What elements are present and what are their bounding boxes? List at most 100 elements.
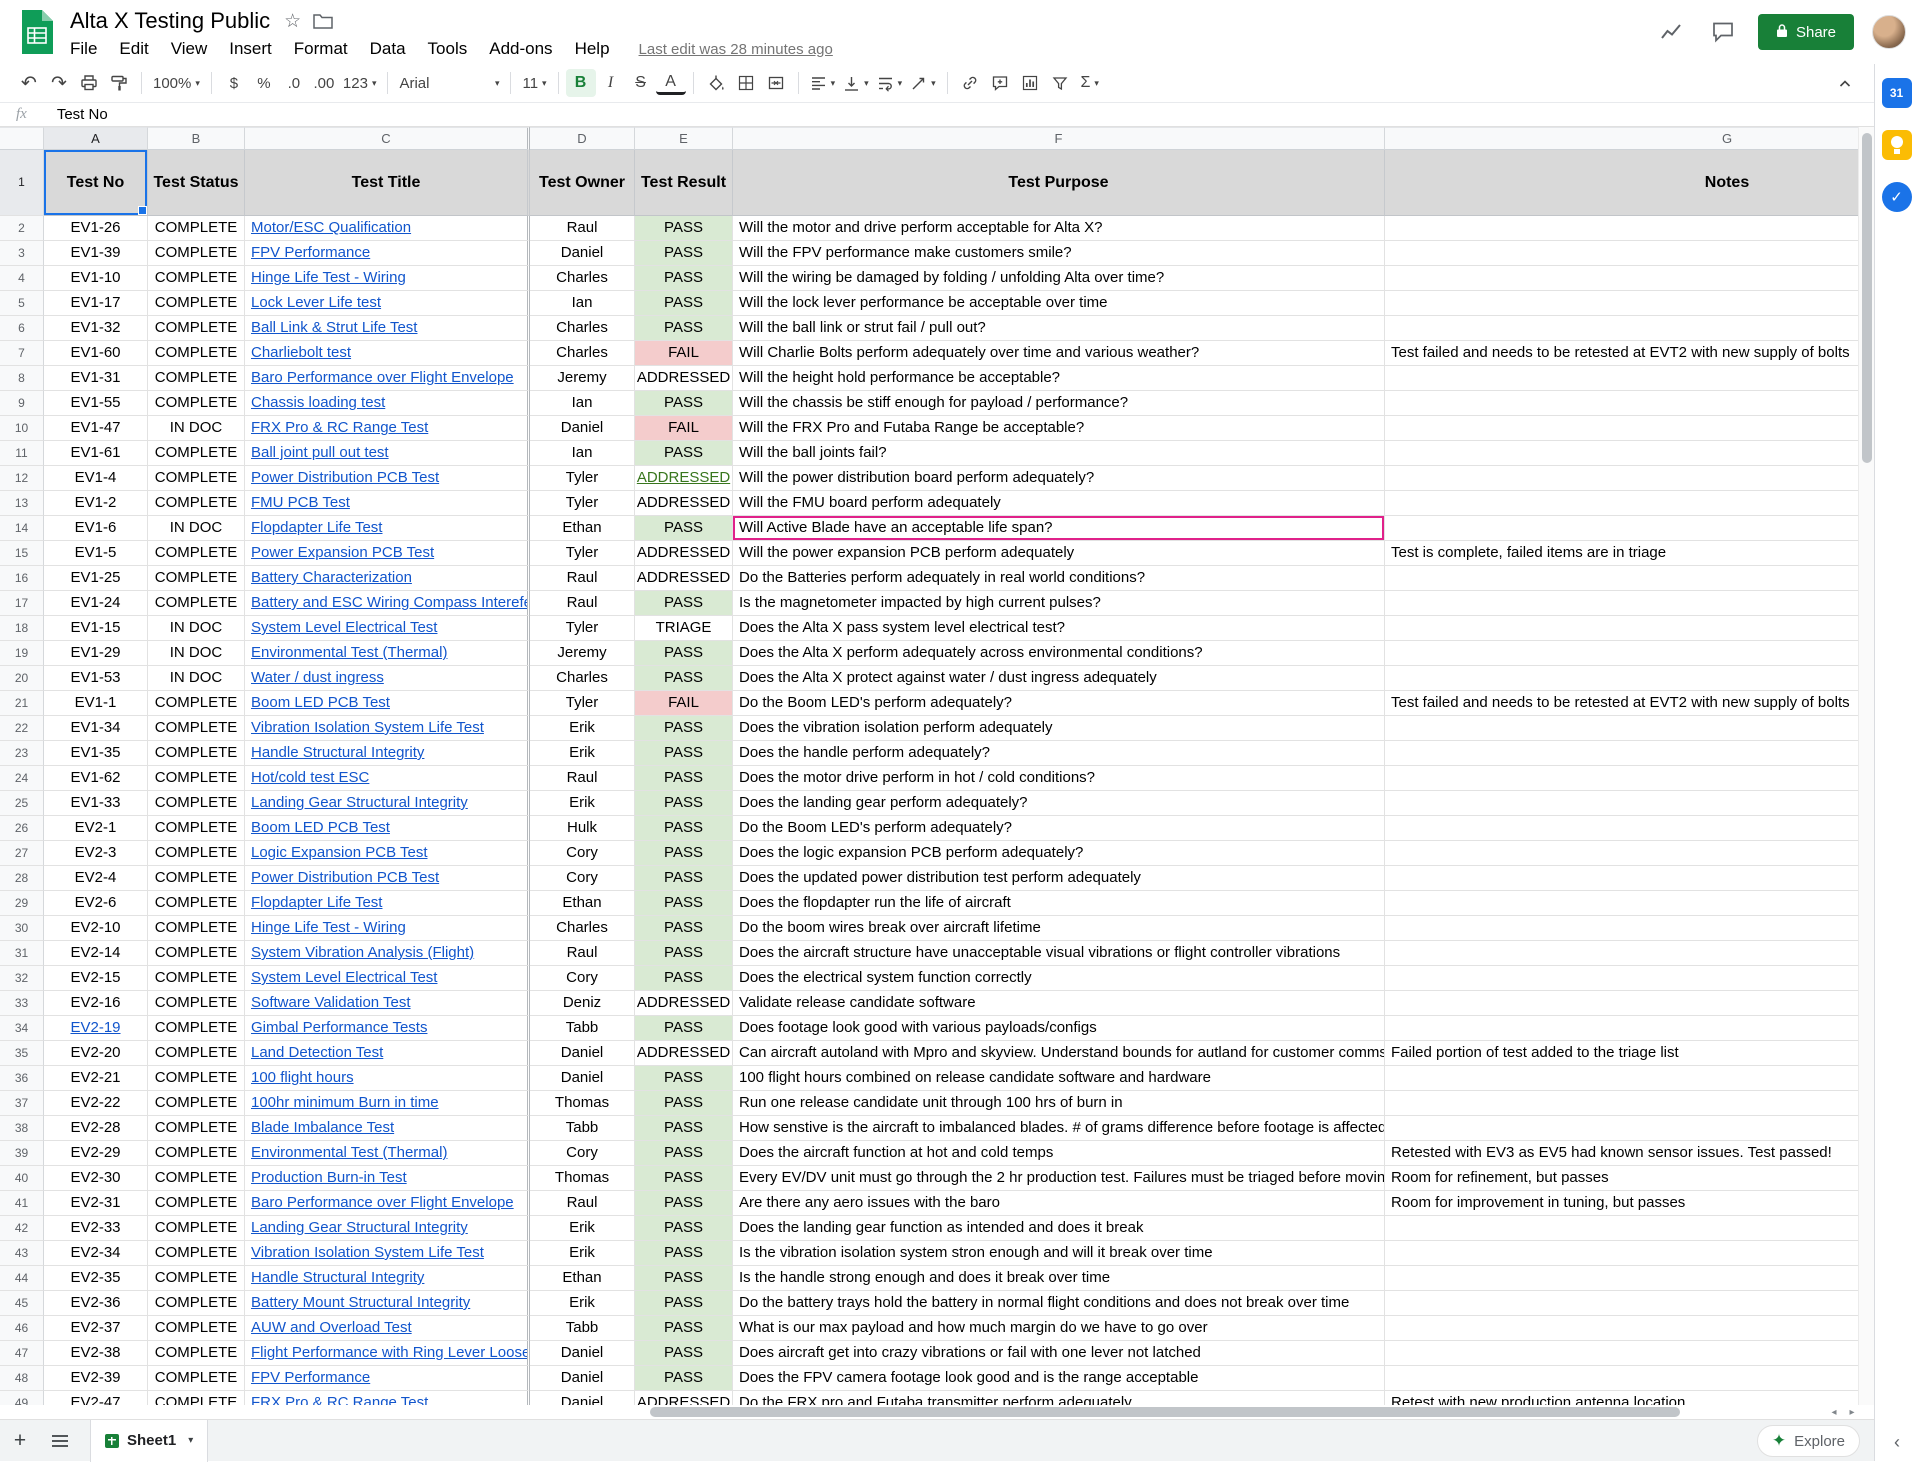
cell-test-title[interactable]: Flight Performance with Ring Lever Loose bbox=[245, 1341, 530, 1366]
cell-test-owner[interactable]: Cory bbox=[530, 966, 635, 991]
menu-view[interactable]: View bbox=[160, 39, 219, 59]
cell-test-no[interactable]: EV2-33 bbox=[44, 1216, 148, 1241]
cell-test-status[interactable]: COMPLETE bbox=[148, 741, 245, 766]
row-number[interactable]: 13 bbox=[0, 491, 44, 516]
row-number[interactable]: 48 bbox=[0, 1366, 44, 1391]
row-number[interactable]: 37 bbox=[0, 1091, 44, 1116]
cell-test-title[interactable]: Environmental Test (Thermal) bbox=[245, 1141, 530, 1166]
cell-test-result[interactable]: PASS bbox=[635, 716, 733, 741]
cell-test-purpose[interactable]: Do the boom wires break over aircraft li… bbox=[733, 916, 1385, 941]
format-currency-button[interactable]: $ bbox=[219, 69, 249, 97]
row-number[interactable]: 32 bbox=[0, 966, 44, 991]
cell-test-result[interactable]: PASS bbox=[635, 1166, 733, 1191]
cell-test-owner[interactable]: Charles bbox=[530, 916, 635, 941]
cell-notes[interactable] bbox=[1385, 416, 1858, 441]
cell-notes[interactable] bbox=[1385, 216, 1858, 241]
cell-notes[interactable]: Test is complete, failed items are in tr… bbox=[1385, 541, 1858, 566]
collapse-toolbar-button[interactable] bbox=[1830, 70, 1860, 98]
cell-notes[interactable] bbox=[1385, 491, 1858, 516]
cell-test-owner[interactable]: Daniel bbox=[530, 416, 635, 441]
cell-notes[interactable] bbox=[1385, 941, 1858, 966]
row-number[interactable]: 16 bbox=[0, 566, 44, 591]
cell-test-status[interactable]: COMPLETE bbox=[148, 691, 245, 716]
font-dropdown[interactable]: Arial▾ bbox=[395, 69, 503, 97]
cell-notes[interactable] bbox=[1385, 766, 1858, 791]
menu-insert[interactable]: Insert bbox=[218, 39, 283, 59]
insert-chart-button[interactable] bbox=[1015, 69, 1045, 97]
cell-test-no[interactable]: EV2-38 bbox=[44, 1341, 148, 1366]
cell-test-purpose[interactable]: Will the wiring be damaged by folding / … bbox=[733, 266, 1385, 291]
row-number[interactable]: 14 bbox=[0, 516, 44, 541]
cell-test-no[interactable]: EV2-28 bbox=[44, 1116, 148, 1141]
menu-file[interactable]: File bbox=[59, 39, 108, 59]
cell-test-owner[interactable]: Ethan bbox=[530, 1266, 635, 1291]
cell-test-owner[interactable]: Ethan bbox=[530, 891, 635, 916]
cell-test-purpose[interactable]: Will the FPV performance make customers … bbox=[733, 241, 1385, 266]
bold-button[interactable]: B bbox=[566, 69, 596, 97]
cell-test-purpose[interactable]: How senstive is the aircraft to imbalanc… bbox=[733, 1116, 1385, 1141]
row-number[interactable]: 26 bbox=[0, 816, 44, 841]
cell-test-result[interactable]: PASS bbox=[635, 291, 733, 316]
row-number[interactable]: 46 bbox=[0, 1316, 44, 1341]
cell-test-no[interactable]: EV1-34 bbox=[44, 716, 148, 741]
redo-button[interactable]: ↷ bbox=[44, 69, 74, 97]
cell-test-title[interactable]: System Level Electrical Test bbox=[245, 616, 530, 641]
cell-test-no[interactable]: EV2-39 bbox=[44, 1366, 148, 1391]
row-number[interactable]: 28 bbox=[0, 866, 44, 891]
cell-test-no[interactable]: EV2-35 bbox=[44, 1266, 148, 1291]
add-sheet-button[interactable]: + bbox=[0, 1420, 40, 1462]
cell-test-purpose[interactable]: Will the height hold performance be acce… bbox=[733, 366, 1385, 391]
row-number[interactable]: 45 bbox=[0, 1291, 44, 1316]
cell-test-purpose[interactable]: Do the FRX pro and Futaba transmitter pe… bbox=[733, 1391, 1385, 1405]
cell-test-owner[interactable]: Raul bbox=[530, 1191, 635, 1216]
cell-test-status[interactable]: COMPLETE bbox=[148, 316, 245, 341]
cell-test-no[interactable]: EV2-29 bbox=[44, 1141, 148, 1166]
cell-notes[interactable] bbox=[1385, 1091, 1858, 1116]
cell-test-owner[interactable]: Ian bbox=[530, 391, 635, 416]
cell-notes[interactable] bbox=[1385, 966, 1858, 991]
menu-format[interactable]: Format bbox=[283, 39, 359, 59]
cell-test-status[interactable]: COMPLETE bbox=[148, 1191, 245, 1216]
cell-test-no[interactable]: EV1-55 bbox=[44, 391, 148, 416]
vertical-align-dropdown[interactable]: ▾ bbox=[839, 69, 873, 97]
cell-test-status[interactable]: COMPLETE bbox=[148, 1241, 245, 1266]
cell-notes[interactable] bbox=[1385, 266, 1858, 291]
row-number[interactable]: 1 bbox=[0, 150, 44, 216]
cell-test-no[interactable]: EV2-47 bbox=[44, 1391, 148, 1405]
cell-test-title[interactable]: Power Expansion PCB Test bbox=[245, 541, 530, 566]
cell-notes[interactable] bbox=[1385, 591, 1858, 616]
cell-test-status[interactable]: IN DOC bbox=[148, 666, 245, 691]
cell-test-result[interactable]: ADDRESSED bbox=[635, 366, 733, 391]
cell-test-no[interactable]: EV1-47 bbox=[44, 416, 148, 441]
cell-notes[interactable] bbox=[1385, 1266, 1858, 1291]
cell-test-title[interactable]: Ball joint pull out test bbox=[245, 441, 530, 466]
cell-notes[interactable] bbox=[1385, 1116, 1858, 1141]
cell-test-title[interactable]: Handle Structural Integrity bbox=[245, 741, 530, 766]
cell-test-result[interactable]: ADDRESSED bbox=[635, 1391, 733, 1405]
cell-notes[interactable] bbox=[1385, 791, 1858, 816]
row-number[interactable]: 9 bbox=[0, 391, 44, 416]
cell-test-purpose[interactable]: Will the power expansion PCB perform ade… bbox=[733, 541, 1385, 566]
cell-notes[interactable] bbox=[1385, 816, 1858, 841]
star-icon[interactable]: ☆ bbox=[284, 10, 301, 33]
cell-notes[interactable] bbox=[1385, 716, 1858, 741]
header-cell-f[interactable]: Test Purpose bbox=[733, 150, 1385, 216]
cell-notes[interactable] bbox=[1385, 891, 1858, 916]
row-number[interactable]: 20 bbox=[0, 666, 44, 691]
comment-history-icon[interactable] bbox=[1706, 15, 1740, 49]
sheet-tab-menu-icon[interactable]: ▾ bbox=[188, 1435, 193, 1446]
cell-notes[interactable] bbox=[1385, 516, 1858, 541]
cell-test-title[interactable]: Baro Performance over Flight Envelope bbox=[245, 1191, 530, 1216]
cell-notes[interactable] bbox=[1385, 1241, 1858, 1266]
row-number[interactable]: 25 bbox=[0, 791, 44, 816]
cell-test-result[interactable]: PASS bbox=[635, 1241, 733, 1266]
cell-test-status[interactable]: COMPLETE bbox=[148, 566, 245, 591]
cell-test-owner[interactable]: Cory bbox=[530, 866, 635, 891]
menu-data[interactable]: Data bbox=[359, 39, 417, 59]
insert-comment-button[interactable] bbox=[985, 69, 1015, 97]
cell-test-status[interactable]: COMPLETE bbox=[148, 1291, 245, 1316]
cell-test-title[interactable]: Power Distribution PCB Test bbox=[245, 466, 530, 491]
cell-test-status[interactable]: COMPLETE bbox=[148, 1316, 245, 1341]
cell-test-owner[interactable]: Raul bbox=[530, 591, 635, 616]
row-number[interactable]: 11 bbox=[0, 441, 44, 466]
